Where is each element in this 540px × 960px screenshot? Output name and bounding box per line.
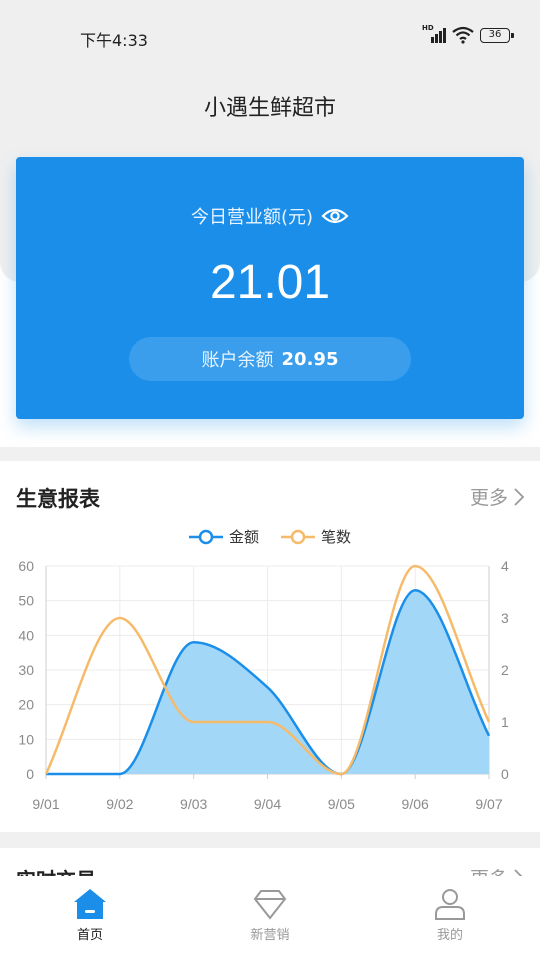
balance-pill[interactable]: 账户余额 20.95 [129, 337, 411, 381]
balance-value: 20.95 [281, 348, 339, 370]
y-right-tick-label: 1 [501, 714, 509, 730]
report-header: 生意报表 更多 [16, 483, 524, 511]
y-left-tick-label: 60 [18, 558, 34, 574]
revenue-amount: 21.01 [209, 256, 331, 309]
tab-mine-label: 我的 [436, 928, 463, 943]
home-icon [74, 889, 106, 919]
x-tick-label: 9/03 [180, 796, 207, 812]
status-bar: 下午4:33 HD 36 [0, 0, 540, 76]
y-right-tick-label: 0 [501, 766, 509, 782]
network-type-label: HD [422, 24, 434, 32]
report-title: 生意报表 [16, 487, 100, 511]
sales-chart: 0 10 20 30 40 50 60 0 1 2 3 4 9/01 9/02 9/03 9/04 9/05 9/… [18, 558, 509, 812]
y-left-tick-label: 50 [18, 593, 34, 609]
revenue-card: 今日营业额(元) 21.01 账户余额 20.95 [16, 157, 524, 419]
revenue-label-row: 今日营业额(元) [16, 203, 524, 229]
y-left-tick-label: 20 [18, 697, 34, 713]
y-right-tick-label: 2 [501, 662, 509, 678]
tab-marketing-label: 新营销 [250, 928, 290, 943]
x-tick-label: 9/07 [475, 796, 502, 812]
eye-icon[interactable] [321, 206, 349, 226]
status-time: 下午4:33 [80, 31, 148, 50]
chevron-right-icon [514, 487, 524, 506]
report-more-label: 更多 [469, 487, 508, 509]
y-left-tick-label: 10 [18, 731, 34, 747]
tab-home[interactable]: 首页 [0, 876, 180, 960]
y-left-tick-label: 30 [18, 662, 34, 678]
x-tick-label: 9/01 [32, 796, 59, 812]
battery-icon: 36 [480, 27, 514, 43]
y-left-tick-label: 0 [26, 766, 34, 782]
tab-marketing[interactable]: 新营销 [180, 876, 360, 960]
x-tick-label: 9/06 [402, 796, 429, 812]
legend-label-amount: 金额 [228, 528, 259, 546]
chart-legend: 金额 笔数 [0, 526, 540, 547]
diamond-icon [253, 890, 287, 920]
report-more-link[interactable]: 更多 [470, 483, 524, 510]
y-right-tick-label: 4 [501, 558, 509, 574]
store-title: 小遇生鲜超市 [203, 96, 336, 121]
legend-item-amount[interactable]: 金额 [188, 526, 259, 547]
tab-bar: 首页 新营销 我的 [0, 876, 540, 960]
legend-label-count: 笔数 [321, 528, 352, 546]
x-tick-label: 9/02 [106, 796, 133, 812]
legend-marker-count [281, 529, 315, 544]
status-icons: HD 36 [422, 24, 514, 44]
user-icon [435, 889, 465, 920]
tab-mine[interactable]: 我的 [360, 876, 540, 960]
section-divider-2 [0, 832, 540, 848]
section-divider [0, 447, 540, 461]
x-tick-label: 9/04 [254, 796, 281, 812]
wifi-icon [452, 26, 474, 44]
tab-home-label: 首页 [76, 928, 103, 943]
x-tick-label: 9/05 [328, 796, 355, 812]
signal-icon: HD [422, 24, 446, 44]
y-right-tick-label: 3 [501, 610, 509, 626]
revenue-label: 今日营业额(元) [190, 207, 314, 228]
balance-label: 账户余额 [201, 350, 274, 371]
y-left-tick-label: 40 [18, 627, 34, 643]
legend-marker-amount [188, 529, 223, 544]
legend-item-count[interactable]: 笔数 [281, 526, 351, 547]
